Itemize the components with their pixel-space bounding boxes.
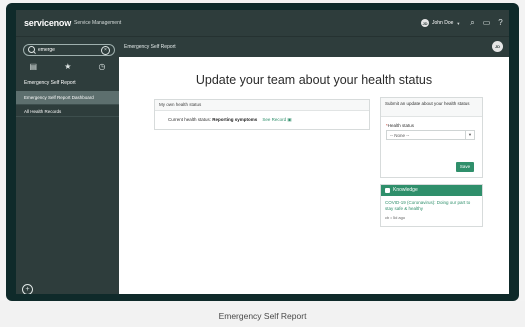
- sidebar-item-all-health-records[interactable]: All Health Records: [16, 104, 119, 117]
- page-title: Emergency Self Report: [124, 44, 176, 50]
- knowledge-header: Knowledge: [381, 185, 482, 196]
- sidebar-tabs: ▤ ★ ◷: [16, 59, 119, 73]
- star-icon[interactable]: ★: [64, 62, 71, 71]
- user-avatar: JD: [421, 19, 429, 27]
- status-row: Current health status: Reporting symptom…: [168, 117, 292, 123]
- page-header: Emergency Self Report JD: [119, 37, 509, 57]
- book-icon: [385, 188, 390, 193]
- submit-update-card: Submit an update about your health statu…: [380, 97, 483, 178]
- caption: Emergency Self Report: [218, 311, 307, 321]
- filter-input[interactable]: [38, 45, 98, 55]
- user-name: John Doe: [432, 20, 454, 26]
- sidebar-section-title[interactable]: Emergency Self Report: [24, 80, 76, 86]
- select-value: -- None --: [390, 133, 410, 138]
- servicenow-logo[interactable]: servicenow: [24, 18, 71, 28]
- sidebar-item-dashboard[interactable]: Emergency Self Report Dashboard: [16, 91, 119, 104]
- product-name: Service Management: [74, 20, 122, 26]
- status-label: Current health status:: [168, 117, 212, 122]
- top-header: servicenow Service Management JD John Do…: [16, 10, 509, 37]
- main-content: Update your team about your health statu…: [119, 57, 509, 294]
- health-status-select[interactable]: -- None -- ▼: [386, 130, 475, 140]
- header-icons: ⌕ ▭ ? ⚙: [468, 18, 509, 27]
- chevron-down-icon: ▼: [456, 20, 461, 26]
- chevron-down-icon: ▼: [465, 131, 474, 139]
- sidebar: × ▤ ★ ◷ Emergency Self Report Emergency …: [16, 37, 119, 294]
- search-icon[interactable]: ⌕: [468, 18, 477, 27]
- knowledge-card: Knowledge COVID-19 (Coronavirus): Doing …: [380, 184, 483, 227]
- add-icon[interactable]: +: [22, 284, 33, 294]
- app-window: servicenow Service Management JD John Do…: [16, 10, 509, 294]
- chat-icon[interactable]: ▭: [482, 18, 491, 27]
- save-button[interactable]: Save: [456, 162, 474, 172]
- help-icon[interactable]: ?: [496, 18, 505, 27]
- knowledge-meta: cb • 5d ago: [385, 215, 406, 220]
- clock-icon[interactable]: ◷: [98, 62, 105, 71]
- search-icon: [28, 46, 35, 53]
- filter-navigator: ×: [23, 44, 115, 56]
- monitor-frame: servicenow Service Management JD John Do…: [6, 3, 519, 301]
- submit-header: Submit an update about your health statu…: [381, 98, 482, 117]
- own-status-card: My own health status Current health stat…: [154, 99, 370, 130]
- avatar[interactable]: JD: [492, 41, 503, 52]
- clear-icon[interactable]: ×: [101, 46, 110, 55]
- knowledge-article-link[interactable]: COVID-19 (Coronavirus): Doing our part t…: [385, 200, 479, 212]
- status-value: Reporting symptoms: [212, 117, 258, 122]
- headline: Update your team about your health statu…: [195, 73, 433, 87]
- record-icon[interactable]: ▣: [287, 117, 291, 122]
- health-status-label: *Health status: [386, 123, 414, 128]
- knowledge-title: Knowledge: [393, 187, 418, 193]
- see-record-link[interactable]: See Record: [262, 117, 286, 122]
- health-status-label-text: Health status: [387, 123, 415, 128]
- user-menu[interactable]: JD John Doe ▼: [421, 19, 460, 27]
- list-icon[interactable]: ▤: [30, 62, 38, 71]
- own-status-header: My own health status: [155, 100, 369, 111]
